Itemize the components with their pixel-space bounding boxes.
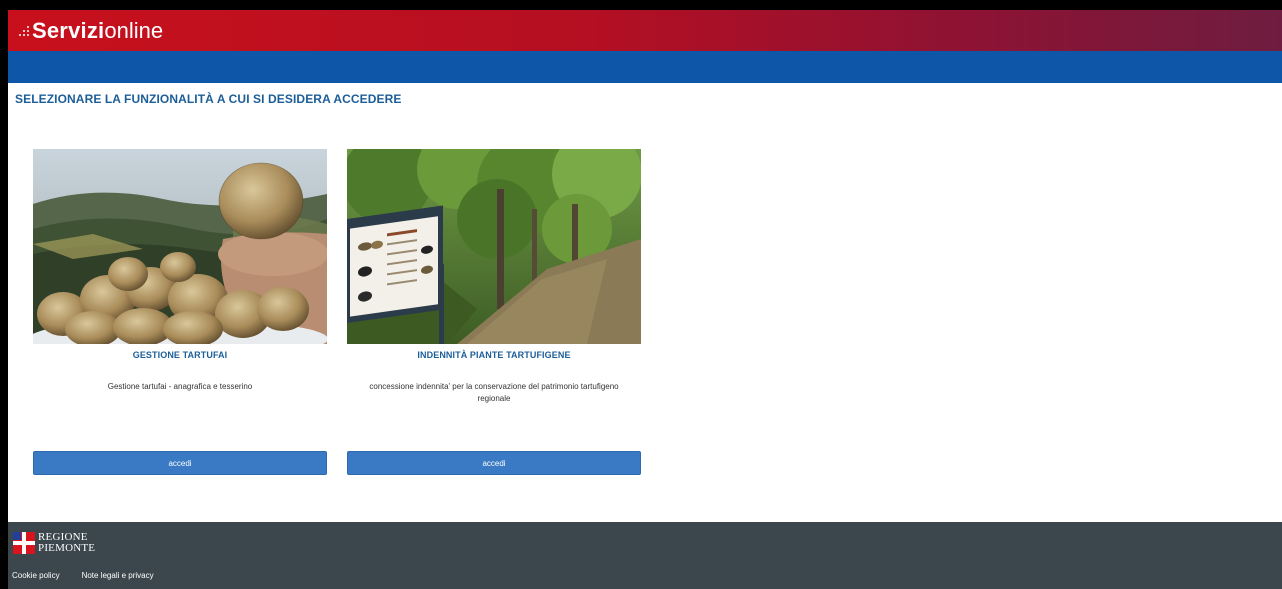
- brand-name-light: online: [104, 18, 164, 43]
- card-gestione-tartufai: GESTIONE TARTUFAI Gestione tartufai - an…: [33, 149, 327, 475]
- logo-line-2: PIEMONTE: [38, 542, 96, 554]
- brand-name-strong: Servizi: [32, 18, 105, 43]
- card-indennita-piante: INDENNITÀ PIANTE TARTUFIGENE concessione…: [347, 149, 641, 475]
- nav-bar: [8, 51, 1282, 83]
- footer: REGIONE PIEMONTE Cookie policy Note lega…: [8, 522, 1282, 589]
- header-bar: Servizi online: [8, 10, 1282, 51]
- brand-logo[interactable]: Servizi online: [18, 19, 163, 43]
- page-title: SELEZIONARE LA FUNZIONALITÀ A CUI SI DES…: [15, 92, 402, 106]
- cookie-policy-link[interactable]: Cookie policy: [12, 571, 60, 580]
- accedi-button[interactable]: accedi: [347, 451, 641, 475]
- forest-sign-photo: [347, 149, 641, 344]
- truffles-photo: [33, 149, 327, 344]
- card-description: concessione indennita' per la conservazi…: [369, 382, 619, 403]
- card-title: GESTIONE TARTUFAI: [132, 350, 228, 360]
- brand-dots-icon: [18, 23, 30, 39]
- regione-piemonte-logo[interactable]: REGIONE PIEMONTE: [13, 532, 95, 554]
- page-frame: Servizi online SELEZIONARE LA FUNZIONALIT…: [8, 10, 1282, 589]
- piemonte-flag-icon: [13, 532, 35, 554]
- footer-links: Cookie policy Note legali e privacy: [12, 571, 154, 580]
- legal-privacy-link[interactable]: Note legali e privacy: [82, 571, 154, 580]
- card-description: Gestione tartufai - anagrafica e tesseri…: [107, 382, 253, 391]
- accedi-button[interactable]: accedi: [33, 451, 327, 475]
- card-title: INDENNITÀ PIANTE TARTUFIGENE: [417, 350, 571, 360]
